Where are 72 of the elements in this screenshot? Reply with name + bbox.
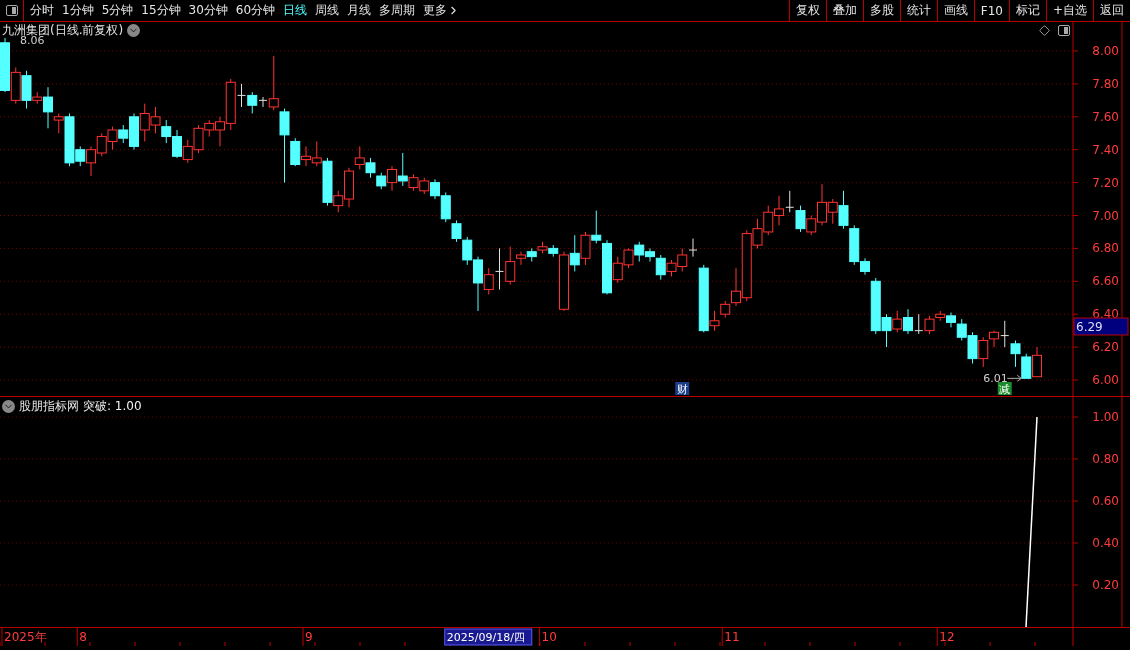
- period-tab[interactable]: 周线: [315, 2, 340, 19]
- candlestick: [785, 190, 795, 213]
- candlestick: [451, 219, 462, 243]
- candlestick: [763, 205, 774, 236]
- sidebar-toggle-icon[interactable]: [5, 5, 18, 16]
- candlestick: [1032, 346, 1042, 378]
- axis-label: 6.20: [1092, 340, 1119, 355]
- candlestick: [688, 238, 698, 258]
- candlestick: [107, 126, 118, 151]
- candlestick: [419, 177, 430, 195]
- axis-label: 8.00: [1092, 44, 1119, 58]
- axis-label: 7.40: [1092, 142, 1119, 157]
- candlestick: [795, 205, 806, 233]
- axis-label: 1.00: [1092, 410, 1119, 424]
- event-marker[interactable]: 减: [997, 382, 1012, 396]
- candlestick: [150, 106, 161, 134]
- axis-label: 0.80: [1092, 452, 1119, 466]
- axis-label: 7.80: [1092, 76, 1119, 91]
- candlestick: [161, 119, 172, 144]
- period-tab[interactable]: 1分钟: [62, 2, 94, 19]
- candlestick: [526, 247, 537, 263]
- axis-label: 7.60: [1092, 109, 1119, 124]
- period-tab[interactable]: 15分钟: [141, 2, 181, 19]
- axis-label: 7.00: [1092, 208, 1119, 223]
- candlestick: [914, 313, 924, 335]
- dropdown-icon[interactable]: [2, 399, 15, 413]
- date-label: 11: [724, 630, 740, 644]
- dropdown-icon[interactable]: [127, 23, 141, 37]
- axis-label: 0.60: [1092, 494, 1119, 508]
- candlestick: [139, 103, 150, 142]
- current-price-tag: 6.29: [1073, 317, 1129, 336]
- period-tab[interactable]: 60分钟: [235, 2, 276, 19]
- date-label: 8: [79, 630, 87, 644]
- cursor-date-label: 2025/09/18/四: [444, 628, 533, 646]
- axis-label: 6.80: [1092, 241, 1119, 256]
- candlestick: [677, 247, 688, 272]
- panel-toggle-icon[interactable]: [1058, 25, 1070, 36]
- axis-label: 0.40: [1092, 536, 1119, 550]
- diamond-icon[interactable]: [1039, 25, 1050, 36]
- date-label: 9: [305, 630, 313, 644]
- date-label: 2025年: [4, 630, 47, 644]
- arrow: [1006, 374, 1022, 382]
- period-tab[interactable]: 5分钟: [101, 2, 134, 19]
- more-menu[interactable]: 更多: [423, 2, 461, 19]
- indicator-name: 股朋指标网: [19, 399, 79, 413]
- date-label: 10: [541, 630, 557, 644]
- axis-label: 6.60: [1092, 274, 1119, 289]
- candlestick: [1021, 353, 1032, 379]
- axis-label: 7.20: [1092, 175, 1119, 190]
- candlestick: [634, 241, 645, 263]
- period-tab[interactable]: 30分钟: [188, 2, 228, 19]
- candlestick: [182, 139, 193, 164]
- candlestick: [172, 129, 182, 159]
- period-tab[interactable]: 分时: [30, 2, 54, 19]
- period-tab[interactable]: 月线: [347, 2, 372, 19]
- candlestick: [623, 247, 634, 269]
- candlestick: [903, 308, 913, 335]
- period-tab[interactable]: 日线: [283, 2, 308, 19]
- indicator-reading: 突破: 1.00: [83, 399, 142, 413]
- candlestick: [1010, 340, 1021, 368]
- period-tab[interactable]: 多周期: [379, 2, 416, 19]
- event-marker[interactable]: 财: [675, 382, 690, 396]
- axis-label: 0.20: [1092, 578, 1119, 592]
- candlestick: [537, 241, 548, 254]
- candlestick: [96, 132, 107, 157]
- chart-title: 九洲集团(日线.前复权): [2, 23, 124, 37]
- candlestick: [301, 145, 311, 167]
- axis-label: 6.00: [1092, 373, 1119, 387]
- candlestick: [774, 195, 784, 226]
- date-label: 12: [939, 630, 955, 644]
- candlestick: [580, 231, 591, 266]
- candlestick: [365, 157, 376, 179]
